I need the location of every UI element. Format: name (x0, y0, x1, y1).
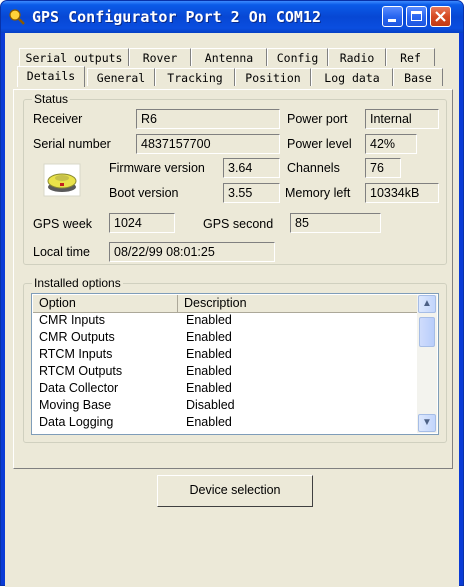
tab-rover[interactable]: Rover (129, 48, 191, 66)
tab-ref[interactable]: Ref (386, 48, 435, 66)
tab-tracking[interactable]: Tracking (155, 68, 235, 86)
option-name: CMR Inputs (39, 313, 105, 327)
list-item[interactable]: RTCM Outputs Enabled (33, 364, 421, 381)
serial-number-label: Serial number (33, 137, 111, 151)
minimize-button[interactable] (382, 6, 403, 27)
firmware-version-label: Firmware version (109, 161, 205, 175)
list-item[interactable]: Data Logging Enabled (33, 415, 421, 432)
tab-general[interactable]: General (87, 68, 155, 86)
option-name: Data Collector (39, 381, 119, 395)
serial-number-field: 4837157700 (136, 134, 280, 154)
app-window: GPS Configurator Port 2 On COM12 Serial … (0, 0, 464, 587)
option-description: Enabled (186, 313, 232, 327)
receiver-label: Receiver (33, 112, 83, 126)
local-time-label: Local time (33, 245, 90, 259)
option-name: RTCM Inputs (39, 347, 113, 361)
gps-second-label: GPS second (203, 217, 274, 231)
memory-left-field: 10334kB (365, 183, 439, 203)
tab-details[interactable]: Details (17, 66, 85, 87)
option-description: Enabled (186, 381, 232, 395)
gps-receiver-icon (43, 163, 81, 197)
gps-week-label: GPS week (33, 217, 93, 231)
chevron-up-icon: ▲ (422, 298, 432, 309)
vertical-scrollbar[interactable]: ▲ ▼ (417, 295, 437, 433)
list-item[interactable]: CMR Outputs Enabled (33, 330, 421, 347)
power-level-label: Power level (287, 137, 352, 151)
column-header-description[interactable]: Description (178, 295, 421, 312)
close-button[interactable] (430, 6, 451, 27)
chevron-down-icon: ▼ (422, 417, 432, 428)
installed-options-list[interactable]: Option Description CMR Inputs Enabled CMR … (31, 293, 439, 435)
tab-radio[interactable]: Radio (328, 48, 386, 66)
tab-config[interactable]: Config (267, 48, 328, 66)
option-name: Moving Base (39, 398, 112, 412)
boot-version-label: Boot version (109, 186, 179, 200)
boot-version-field: 3.55 (223, 183, 280, 203)
tab-serial-outputs[interactable]: Serial outputs (19, 48, 129, 66)
option-description: Disabled (186, 398, 235, 412)
power-port-field: Internal (365, 109, 439, 129)
option-name: CMR Outputs (39, 330, 115, 344)
list-item[interactable]: RTCM Inputs Enabled (33, 347, 421, 364)
device-selection-button[interactable]: Device selection (157, 475, 313, 507)
gps-second-field: 85 (290, 213, 381, 233)
local-time-field: 08/22/99 08:01:25 (109, 242, 275, 262)
list-header: Option Description (33, 295, 421, 313)
scroll-up-button[interactable]: ▲ (418, 295, 436, 313)
option-name: RTCM Outputs (39, 364, 123, 378)
maximize-icon (411, 11, 422, 21)
installed-options-label: Installed options (32, 276, 123, 290)
option-description: Enabled (186, 415, 232, 429)
title-bar[interactable]: GPS Configurator Port 2 On COM12 (1, 1, 463, 33)
option-description: Enabled (186, 347, 232, 361)
tab-antenna[interactable]: Antenna (191, 48, 267, 66)
option-description: Enabled (186, 364, 232, 378)
channels-label: Channels (287, 161, 340, 175)
list-item[interactable]: Data Collector Enabled (33, 381, 421, 398)
firmware-version-field: 3.64 (223, 158, 280, 178)
option-description: Enabled (186, 330, 232, 344)
channels-field: 76 (365, 158, 401, 178)
column-header-option[interactable]: Option (33, 295, 178, 312)
list-item[interactable]: CMR Inputs Enabled (33, 313, 421, 330)
power-level-field: 42% (365, 134, 417, 154)
maximize-button[interactable] (406, 6, 427, 27)
receiver-field: R6 (136, 109, 280, 129)
app-icon (9, 9, 25, 25)
option-name: Data Logging (39, 415, 114, 429)
status-group-label: Status (32, 92, 71, 106)
tab-base[interactable]: Base (393, 68, 443, 86)
tab-log-data[interactable]: Log data (311, 68, 393, 86)
close-icon (435, 11, 446, 22)
scroll-thumb[interactable] (419, 317, 435, 347)
tab-position[interactable]: Position (235, 68, 311, 86)
gps-week-field: 1024 (109, 213, 175, 233)
minimize-icon (388, 19, 396, 22)
scroll-down-button[interactable]: ▼ (418, 414, 436, 432)
list-item[interactable]: Moving Base Disabled (33, 398, 421, 415)
window-title: GPS Configurator Port 2 On COM12 (32, 8, 321, 26)
memory-left-label: Memory left (285, 186, 351, 200)
power-port-label: Power port (287, 112, 348, 126)
